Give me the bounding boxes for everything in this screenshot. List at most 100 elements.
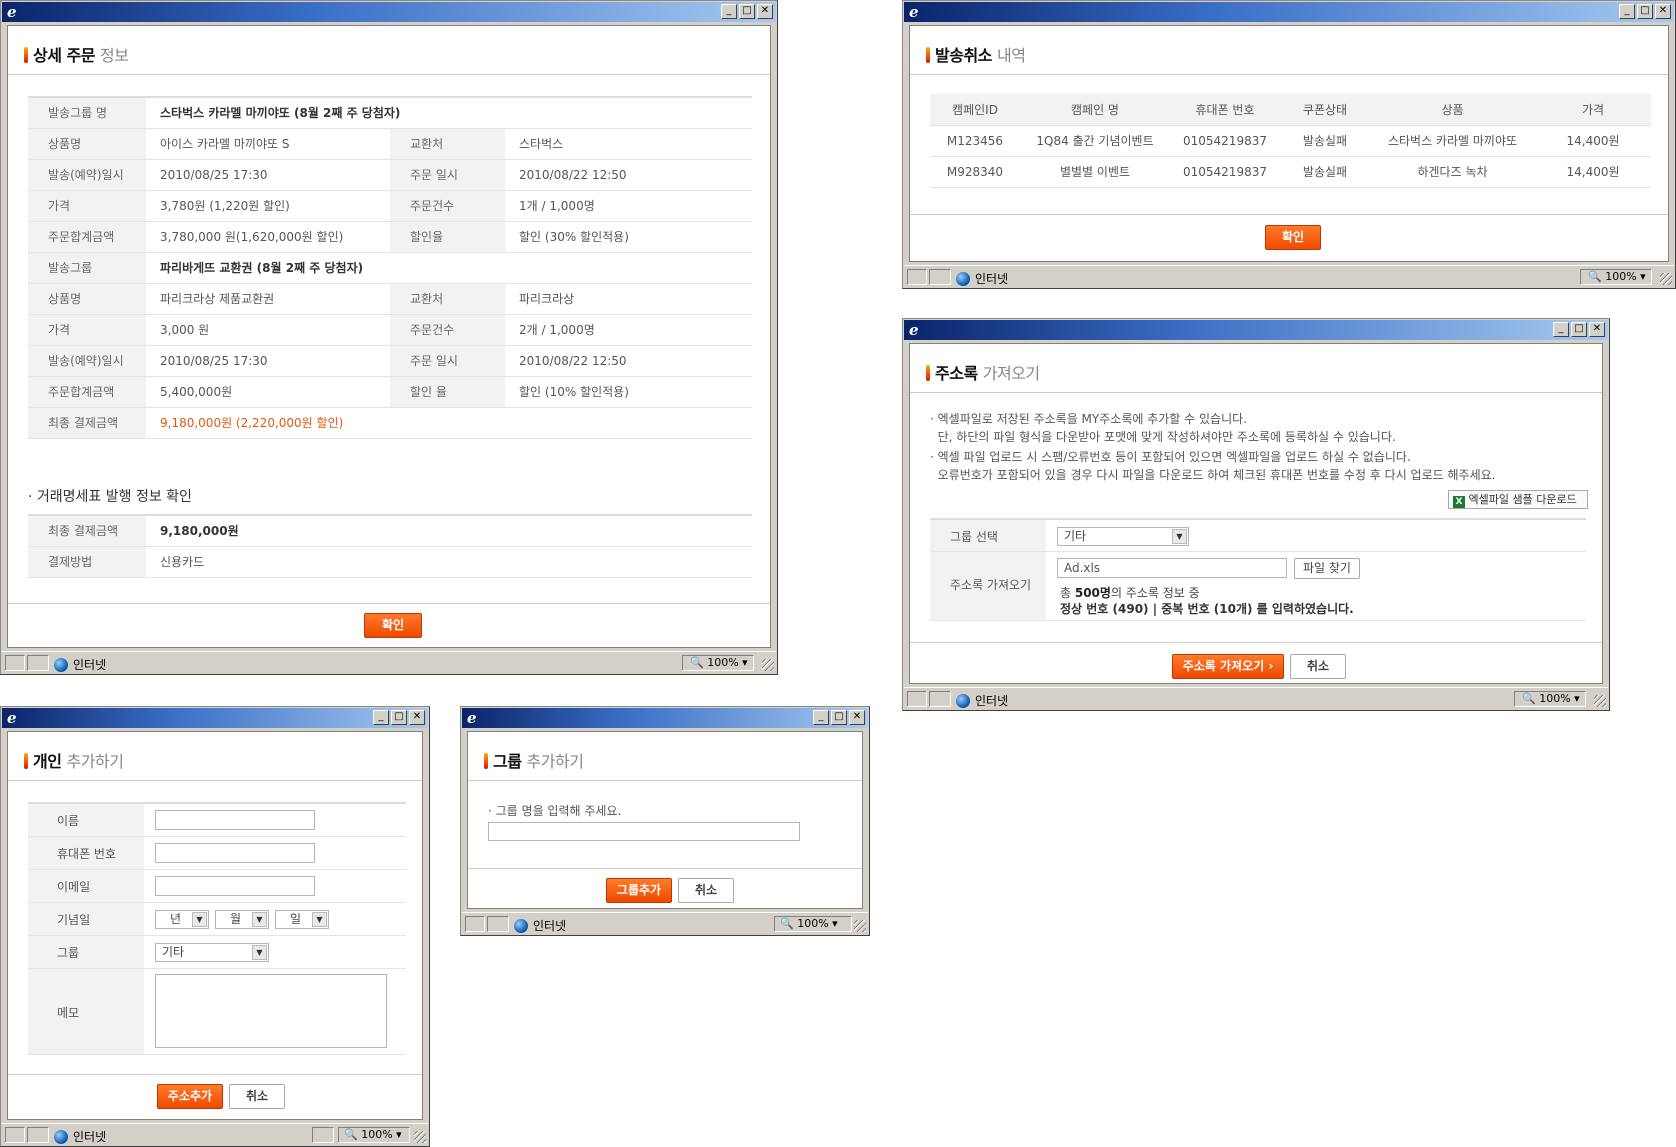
chevron-down-icon: ▼ — [252, 912, 267, 927]
email-input[interactable] — [155, 876, 315, 896]
status-bar: 인터넷 🔍 100% ▾ — [2, 651, 776, 673]
column-header: 쿠폰상태 — [1280, 94, 1370, 126]
zoom-control[interactable]: 🔍 100% ▾ — [690, 656, 748, 669]
zoom-control[interactable]: 🔍 100% ▾ — [1522, 692, 1580, 705]
title-sub: 내역 — [996, 46, 1026, 65]
import-submit-button[interactable]: 주소록 가져오기 › — [1172, 654, 1284, 679]
sample-download-button[interactable]: X 엑셀파일 샘플 다운로드 — [1448, 490, 1588, 509]
close-button[interactable]: ✕ — [409, 710, 425, 725]
section-heading: · 거래명세표 발행 정보 확인 — [28, 489, 192, 505]
phone-input[interactable] — [155, 843, 315, 863]
zoom-control[interactable]: 🔍 100% ▾ — [344, 1128, 402, 1141]
resize-grip[interactable] — [854, 920, 866, 932]
title-bar[interactable]: e _ □ ✕ — [904, 2, 1674, 22]
resize-grip[interactable] — [414, 1131, 426, 1143]
cell-campaign-id: M123456 — [930, 125, 1020, 157]
resize-grip[interactable] — [1660, 273, 1672, 285]
column-header: 캠페인ID — [930, 94, 1020, 126]
summary-prefix: 총 — [1060, 586, 1075, 600]
payment-table: 최종 결제금액 9,180,000원 결제방법 신용카드 — [28, 514, 752, 578]
cancel-button[interactable]: 취소 — [1290, 654, 1346, 679]
row-label: 최종 결제금액 — [28, 407, 146, 439]
title-bar[interactable]: e _ □ ✕ — [462, 708, 868, 728]
row-label: 발송(예약)일시 — [28, 345, 146, 377]
chevron-down-icon: ▼ — [192, 912, 207, 927]
day-select[interactable]: 일 ▼ — [275, 910, 329, 929]
minimize-button[interactable]: _ — [373, 710, 389, 725]
maximize-button[interactable]: □ — [1637, 4, 1653, 19]
memo-textarea[interactable] — [155, 974, 387, 1048]
title-main: 주소록 — [935, 364, 978, 383]
zoom-control[interactable]: 🔍 100% ▾ — [780, 917, 838, 930]
maximize-button[interactable]: □ — [391, 710, 407, 725]
cell-product: 스타벅스 카라멜 마끼야또 — [1370, 125, 1535, 157]
title-bar[interactable]: e _ □ ✕ — [2, 2, 776, 22]
notice-line: · 엑셀 파일 업로드 시 스팸/오류번호 등이 포함되어 있으면 엑셀파일을 … — [930, 450, 1411, 464]
minimize-button[interactable]: _ — [813, 710, 829, 725]
group-select[interactable]: 기타 ▼ — [155, 943, 269, 962]
cancel-button[interactable]: 취소 — [678, 878, 734, 903]
maximize-button[interactable]: □ — [1571, 322, 1587, 337]
row-value: 아이스 카라멜 마끼야또 S — [146, 128, 390, 160]
zoom-control[interactable]: 🔍 100% ▾ — [1588, 270, 1646, 283]
excel-icon: X — [1453, 496, 1465, 508]
globe-icon — [514, 919, 528, 933]
zoom-label: 100% — [707, 656, 739, 669]
title-bar[interactable]: e _ □ ✕ — [904, 320, 1608, 340]
order-detail-window: e _ □ ✕ 상세 주문 정보 발송그룹 명 스타벅스 카라멜 마끼야또 (8월 2… — [0, 0, 778, 675]
row-label: 상품명 — [28, 283, 146, 315]
row-value: 할인 (10% 할인적용) — [505, 376, 752, 408]
month-select[interactable]: 월 ▼ — [215, 910, 269, 929]
close-button[interactable]: ✕ — [1589, 322, 1605, 337]
file-browse-button[interactable]: 파일 찾기 — [1294, 558, 1360, 579]
cell-phone: 01054219837 — [1170, 125, 1280, 157]
close-button[interactable]: ✕ — [757, 4, 773, 19]
sample-download-label: 엑셀파일 샘플 다운로드 — [1468, 493, 1577, 506]
year-select[interactable]: 년 ▼ — [155, 910, 209, 929]
import-summary-line: 총 500명의 주소록 정보 중 — [1060, 584, 1200, 601]
status-bar: 인터넷 🔍 100% ▾ — [2, 1123, 428, 1145]
cancel-button[interactable]: 취소 — [229, 1084, 285, 1109]
title-sub: 가져오기 — [982, 364, 1040, 383]
globe-icon — [54, 1130, 68, 1144]
group-select[interactable]: 기타 ▼ — [1057, 527, 1189, 546]
zone-label: 인터넷 — [975, 694, 1009, 708]
row-label: 주문합계금액 — [28, 376, 146, 408]
resize-grip[interactable] — [1594, 695, 1606, 707]
confirm-button[interactable]: 확인 — [1265, 225, 1321, 250]
minimize-button[interactable]: _ — [1553, 322, 1569, 337]
group-label: 그룹 — [57, 946, 80, 960]
zone-label: 인터넷 — [975, 272, 1009, 286]
title-main: 개인 — [33, 752, 62, 771]
row-label: 발송그룹 — [28, 252, 146, 284]
person-add-window: e _ □ ✕ 개인 추가하기 이름 휴대폰 번호 이메일 기념일 년 ▼ 월 ▼ 일 ▼… — [0, 706, 430, 1147]
row-label: 가격 — [28, 190, 146, 222]
close-button[interactable]: ✕ — [849, 710, 865, 725]
name-input[interactable] — [155, 810, 315, 830]
maximize-button[interactable]: □ — [831, 710, 847, 725]
minimize-button[interactable]: _ — [1619, 4, 1635, 19]
group-select-value: 기타 — [1064, 529, 1087, 543]
close-button[interactable]: ✕ — [1655, 4, 1671, 19]
table-row: M123456 1Q84 출간 기념이벤트 01054219837 발송실패 스… — [930, 125, 1651, 157]
row-label: 발송(예약)일시 — [28, 159, 146, 191]
table-row: 가격 3,780원 (1,220원 할인) 주문건수 1개 / 1,000명 — [28, 190, 752, 222]
table-row: 최종 결제금액 9,180,000원 (2,220,000원 할인) — [28, 407, 752, 439]
cell-phone: 01054219837 — [1170, 156, 1280, 188]
table-row: 상품명 파리크라상 제품교환권 교환처 파리크라상 — [28, 283, 752, 315]
ie-icon: e — [909, 321, 919, 339]
group-name-input[interactable] — [488, 822, 800, 841]
title-bar[interactable]: e _ □ ✕ — [2, 708, 428, 728]
minimize-button[interactable]: _ — [721, 4, 737, 19]
maximize-button[interactable]: □ — [739, 4, 755, 19]
confirm-button[interactable]: 확인 — [364, 613, 422, 638]
add-address-button[interactable]: 주소추가 — [157, 1084, 223, 1109]
row-value: 3,780,000 원(1,620,000원 할인) — [146, 221, 390, 253]
row-value: 3,000 원 — [146, 314, 390, 346]
file-path-input[interactable]: Ad.xls — [1057, 558, 1287, 578]
row-value: 2개 / 1,000명 — [505, 314, 752, 346]
resize-grip[interactable] — [762, 659, 774, 671]
ie-icon: e — [7, 3, 17, 21]
import-label: 주소록 가져오기 — [950, 578, 1032, 592]
add-group-button[interactable]: 그룹추가 — [606, 878, 672, 903]
